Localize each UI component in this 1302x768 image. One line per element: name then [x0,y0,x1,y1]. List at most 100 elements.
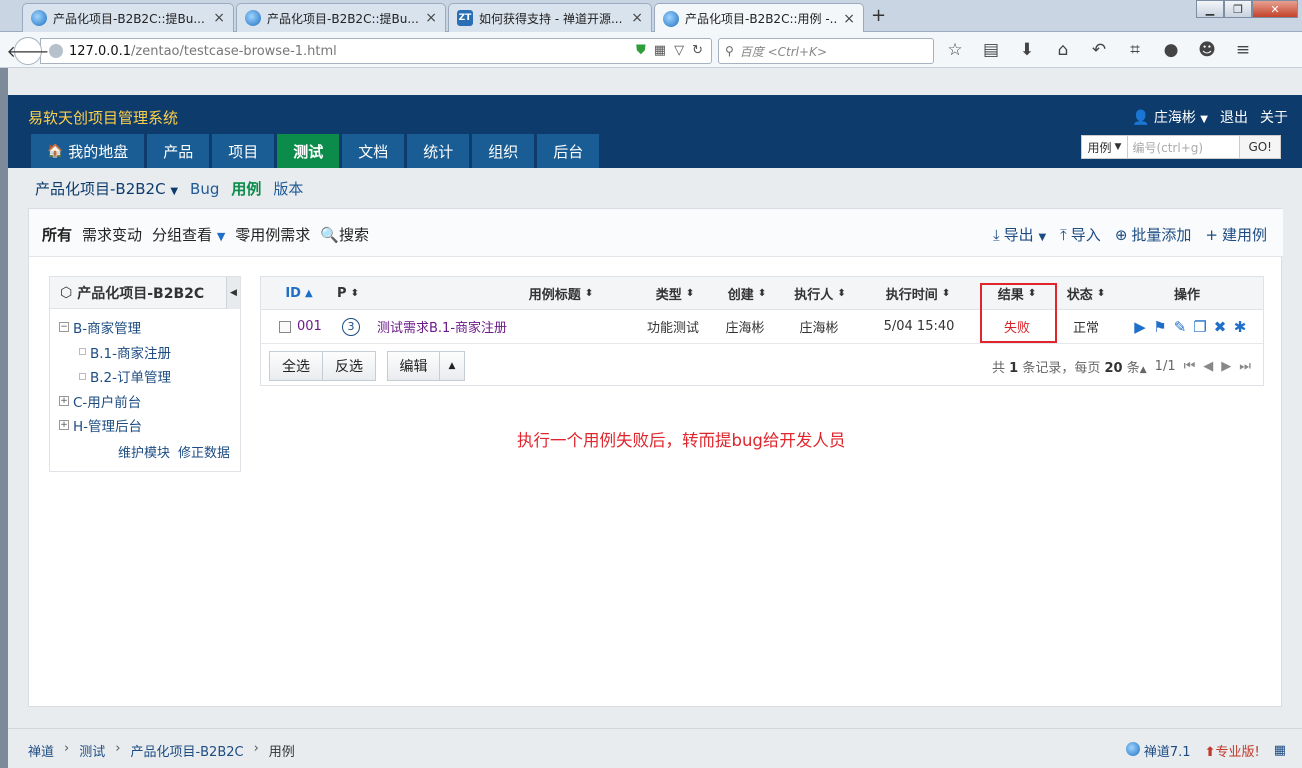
user-menu[interactable]: 👤 庄海彬 ▼ [1132,107,1208,127]
subnav-bug[interactable]: Bug [190,180,219,198]
delete-icon[interactable]: ✖ [1212,318,1228,336]
browser-tab-1[interactable]: 产品化项目-B2B2C::提Bu... × [22,3,234,32]
minimize-icon[interactable]: ▁ [1196,0,1224,18]
edit-button[interactable]: 编辑 [387,351,440,381]
crumb-test[interactable]: 测试 [79,741,105,760]
search-type-select[interactable]: 用例 ▼ [1080,135,1129,159]
filter-all[interactable]: 所有 [42,224,72,245]
nav-my[interactable]: 🏠 我的地盘 [31,134,145,168]
expand-toggle-icon[interactable]: + [59,395,69,406]
version-link[interactable]: 禅道7.1 [1125,741,1191,760]
bookmark-star-icon[interactable]: ☆ [944,40,966,60]
first-page-icon[interactable]: ⏮ [1184,359,1196,374]
invert-selection-button[interactable]: 反选 [322,351,376,381]
product-switcher[interactable]: 产品化项目-B2B2C ▼ [35,178,178,199]
caret-up-icon[interactable]: ▲ [1140,365,1147,375]
browser-tab-4[interactable]: 产品化项目-B2B2C::用例 -... × [654,3,864,33]
crumb-product[interactable]: 产品化项目-B2B2C [130,741,243,760]
smiley-icon[interactable]: ☻ [1196,40,1218,60]
new-tab-button[interactable]: + [871,5,886,26]
window-close-icon[interactable]: ✕ [1252,0,1298,18]
browser-tab-3[interactable]: ZT 如何获得支持 - 禅道开源... × [448,3,652,32]
edit-dropdown-button[interactable]: ▲ [439,351,465,381]
collapse-toggle-icon[interactable]: − [59,322,69,333]
search-toggle[interactable]: 🔍搜索 [320,224,369,245]
filter-zero-case[interactable]: 零用例需求 [235,224,310,245]
select-all-button[interactable]: 全选 [269,351,323,381]
tree-node-b2[interactable]: B.2-订单管理 [59,364,240,389]
batch-add-button[interactable]: ⊕ 批量添加 [1115,224,1192,245]
maximize-icon[interactable]: ❐ [1224,0,1252,18]
pager-per-page[interactable]: 20 [1105,361,1123,376]
close-icon[interactable]: × [843,11,855,27]
table-footer: 全选 反选 编辑 ▲ 共 1 条记录，每页 20 条▲ 1/1 ⏮ ◀ ▶ ⏭ [261,344,1263,386]
collapse-sidebar-icon[interactable]: ◀ [226,277,240,309]
chat-icon[interactable]: ● [1160,40,1182,60]
nav-project[interactable]: 项目 [212,134,275,168]
tree-node-c[interactable]: + C-用户前台 [59,389,240,414]
subnav-build[interactable]: 版本 [273,178,303,199]
tree-node-b[interactable]: − B-商家管理 [59,315,240,340]
qrcode-icon[interactable]: ▦ [1274,743,1286,758]
create-case-button[interactable]: + 建用例 [1205,224,1267,245]
group-view-dropdown[interactable]: 分组查看 ▼ [152,224,225,245]
row-checkbox[interactable] [279,320,291,333]
close-icon[interactable]: × [631,10,643,26]
run-icon[interactable]: ▶ [1132,318,1148,336]
search-id-input[interactable]: 编号(ctrl+g) [1128,135,1241,159]
crop-icon[interactable]: ⌗ [1124,40,1146,60]
bug-icon[interactable]: ✱ [1232,318,1248,336]
url-bar[interactable]: 127.0.0.1/zentao/testcase-browse-1.html … [40,38,712,64]
next-page-icon[interactable]: ▶ [1221,359,1231,374]
col-type-label-wrap[interactable]: 类型 ⬍ [645,277,705,309]
filter-story-changed[interactable]: 需求变动 [82,224,142,245]
manage-modules-link[interactable]: 维护模块 [118,442,170,461]
tree-node-h[interactable]: + H-管理后台 [59,413,240,438]
import-button[interactable]: ⤒ 导入 [1060,224,1101,245]
nav-report[interactable]: 统计 [407,134,470,168]
logout-link[interactable]: 退出 [1220,107,1248,127]
menu-icon[interactable]: ≡ [1232,40,1254,60]
reload-icon[interactable]: ↻ [692,43,703,58]
results-icon[interactable]: ⚑ [1152,318,1168,336]
nav-test[interactable]: 测试 [277,134,340,168]
col-executor[interactable]: 执行人 ⬍ [783,277,857,309]
home-icon[interactable]: ⌂ [1052,40,1074,60]
prev-page-icon[interactable]: ◀ [1203,359,1213,374]
nav-admin[interactable]: 后台 [537,134,600,168]
nav-product[interactable]: 产品 [147,134,210,168]
export-button[interactable]: ⤓ 导出 ▼ [993,224,1046,245]
nav-doc[interactable]: 文档 [342,134,405,168]
about-link[interactable]: 关于 [1260,107,1288,127]
col-status[interactable]: 状态 ⬍ [1059,277,1113,309]
close-icon[interactable]: × [425,10,437,26]
download-icon[interactable]: ⬇ [1016,40,1038,60]
shield-icon[interactable]: ⛊ [636,43,646,58]
fix-data-link[interactable]: 修正数据 [178,442,230,461]
undo-icon[interactable]: ↶ [1088,40,1110,60]
copy-icon[interactable]: ❐ [1192,318,1208,336]
col-time[interactable]: 执行时间 ⬍ [875,277,961,309]
edit-icon[interactable]: ✎ [1172,318,1188,336]
reading-list-icon[interactable]: ▤ [980,40,1002,60]
nav-company[interactable]: 组织 [472,134,535,168]
dropdown-icon[interactable]: ▽ [674,43,684,58]
expand-toggle-icon[interactable]: + [59,420,69,431]
close-icon[interactable]: × [213,10,225,26]
pro-link[interactable]: ⬆专业版! [1205,741,1260,760]
subnav-testcase[interactable]: 用例 [231,178,261,199]
crumb-home[interactable]: 禅道 [28,741,54,760]
col-id[interactable]: ID ▲ [277,277,321,309]
browser-search-input[interactable]: ⚲ 百度 <Ctrl+K> [718,38,934,64]
case-id-link[interactable]: 001 [297,319,322,334]
case-title-link[interactable]: 测试需求B.1-商家注册 [377,317,507,336]
pro-label: 专业版! [1215,745,1260,760]
back-button[interactable]: 🡐 [7,37,49,65]
col-creator[interactable]: 创建 ⬍ [717,277,777,309]
go-button[interactable]: GO! [1240,135,1281,159]
col-pri[interactable]: P ⬍ [331,277,365,309]
last-page-icon[interactable]: ⏭ [1239,359,1251,374]
browser-tab-2[interactable]: 产品化项目-B2B2C::提Bu... × [236,3,446,32]
qrcode-icon[interactable]: ▦ [654,43,666,58]
tree-node-b1[interactable]: B.1-商家注册 [59,340,240,365]
